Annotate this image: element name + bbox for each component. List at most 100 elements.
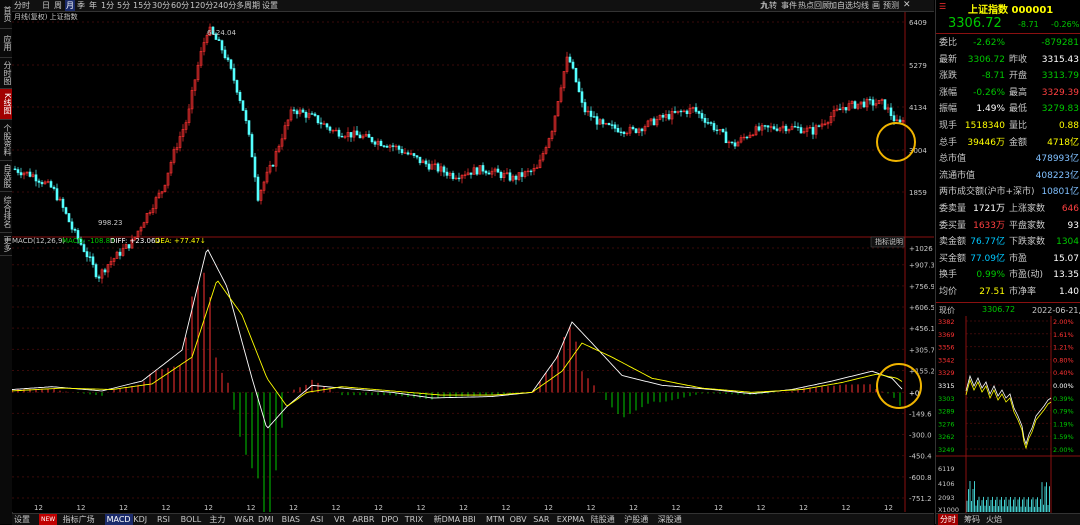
macd-axis-tick: +907.3 xyxy=(909,262,934,270)
draw-button[interactable]: 画 xyxy=(872,0,880,11)
period-120min[interactable]: 120分 xyxy=(190,0,213,11)
tab-apps[interactable]: 应用 xyxy=(0,29,12,58)
candle-body xyxy=(514,175,518,180)
indicator-13[interactable]: ARBR xyxy=(352,514,374,525)
period-60min[interactable]: 60分 xyxy=(171,0,189,11)
candle-body xyxy=(799,127,803,134)
close-icon[interactable]: ✕ xyxy=(903,0,911,11)
period-timeshare[interactable]: 分时 xyxy=(14,0,30,11)
candle-body xyxy=(889,107,893,116)
events-button-2[interactable]: 事件 xyxy=(781,0,797,11)
indicator-17[interactable]: BBI xyxy=(462,514,475,525)
candle-body xyxy=(340,135,344,138)
candle-body xyxy=(328,126,332,131)
period-5min[interactable]: 5分 xyxy=(117,0,130,11)
mini-tab-chips[interactable]: 筹码 xyxy=(964,514,980,525)
indicator-24[interactable]: 深股通 xyxy=(658,514,682,525)
indicator-18[interactable]: MTM xyxy=(486,514,505,525)
indicator-20[interactable]: SAR xyxy=(533,514,549,525)
candle-body xyxy=(445,171,449,176)
quote-row: 换手 0.99% 市盈(动) 13.35 xyxy=(939,268,1079,283)
chart-area: 6409 5279 4134 3004 1859 +1026 +907.3 +756.9 +60… xyxy=(11,12,935,525)
hot-review-button-2[interactable]: 热点回顾 xyxy=(798,0,830,11)
tab-home[interactable]: 首页 xyxy=(0,0,12,29)
quote-label: 涨幅 xyxy=(939,87,958,98)
jiuzhuan-button-2[interactable]: 九转 xyxy=(761,0,777,11)
candle-body xyxy=(85,251,89,258)
candle-body xyxy=(853,101,857,109)
candle-body xyxy=(766,125,770,128)
current-price-label: 现价 xyxy=(939,306,955,315)
candle-body xyxy=(49,181,53,188)
tab-watchlist[interactable]: 自选股 xyxy=(0,161,12,192)
quote-value: 0.99% xyxy=(976,270,1005,281)
indicator-3[interactable]: MACD xyxy=(104,514,133,525)
indicator-19[interactable]: OBV xyxy=(510,514,527,525)
indicator-5[interactable]: RSI xyxy=(157,514,170,525)
tab-stock-info[interactable]: 个股资料 xyxy=(0,120,12,161)
intraday-mini-chart[interactable]: 3382 2.00% 3369 1.61% 3356 1.21% 3342 0.80% 3329… xyxy=(936,316,1080,516)
indicator-bar: 设置 NEW 指标广场 MACD KDJ RSI BOLL 主力 W&R DMI BIAS ASI VR… xyxy=(12,513,934,525)
ma-button[interactable]: 均线 xyxy=(853,0,869,11)
period-quarter[interactable]: 季 xyxy=(77,0,85,11)
period-month[interactable]: 月 xyxy=(65,0,75,11)
menu-icon[interactable]: ☰ xyxy=(939,2,946,11)
add-watchlist-button-2[interactable]: 加自选 xyxy=(829,0,853,11)
candle-body xyxy=(679,110,683,113)
indicator-14[interactable]: DPO xyxy=(381,514,398,525)
forecast-button[interactable]: 预测 xyxy=(883,0,899,11)
settings-button[interactable]: 设置 xyxy=(262,0,278,11)
indicator-1[interactable]: NEW xyxy=(39,514,58,525)
tab-kline[interactable]: K线图 xyxy=(0,89,12,120)
indicator-12[interactable]: VR xyxy=(334,514,345,525)
quote-label: 流通市值 xyxy=(939,170,976,181)
mini-price-tick: 3262 xyxy=(938,433,955,441)
indicator-2[interactable]: 指标广场 xyxy=(63,514,95,525)
indicator-4[interactable]: KDJ xyxy=(133,514,147,525)
quote-value: 1633万 xyxy=(973,220,1005,231)
indicator-23[interactable]: 沪股通 xyxy=(624,514,648,525)
candle-body xyxy=(595,116,599,125)
multi-period-button[interactable]: 多周期 xyxy=(236,0,260,11)
indicator-11[interactable]: ASI xyxy=(310,514,323,525)
period-year[interactable]: 年 xyxy=(89,0,97,11)
mini-tab-timeshare[interactable]: 分时 xyxy=(938,514,958,525)
indicator-8[interactable]: W&R xyxy=(234,514,254,525)
candle-body xyxy=(64,207,68,214)
candle-body xyxy=(118,251,122,256)
price-axis-tick: 5279 xyxy=(909,62,927,70)
quote-value-2: 3329.39 xyxy=(1041,87,1079,98)
mini-tab-flame[interactable]: 火焰 xyxy=(986,514,1002,525)
indicator-9[interactable]: DMI xyxy=(258,514,273,525)
indicator-10[interactable]: BIAS xyxy=(282,514,300,525)
candle-body xyxy=(52,186,56,189)
indicator-15[interactable]: TRIX xyxy=(405,514,423,525)
period-day[interactable]: 日 xyxy=(42,0,50,11)
tab-ranking[interactable]: 综合排名 xyxy=(0,192,12,233)
indicator-21[interactable]: EXPMA xyxy=(557,514,585,525)
indicator-0[interactable]: 设置 xyxy=(14,514,30,525)
indicator-6[interactable]: BOLL xyxy=(181,514,202,525)
mini-pct-tick: 0.80% xyxy=(1053,356,1074,364)
candle-body xyxy=(673,111,677,113)
mini-price-tick: 3342 xyxy=(938,356,955,364)
period-30min[interactable]: 30分 xyxy=(152,0,170,11)
period-1min[interactable]: 1分 xyxy=(101,0,114,11)
indicator-7[interactable]: 主力 xyxy=(209,514,225,525)
period-15min[interactable]: 15分 xyxy=(133,0,151,11)
tab-timeshare[interactable]: 分时图 xyxy=(0,58,12,89)
candle-body xyxy=(73,228,77,231)
kline-macd-chart[interactable]: 64095279413430041859+1026+907.3+756.9+60… xyxy=(11,12,935,525)
mini-price-tick: 3315 xyxy=(938,382,955,390)
candle-body xyxy=(412,153,416,156)
quote-value: 1518340 xyxy=(964,121,1005,131)
quote-value-2: 478993亿 xyxy=(1035,154,1079,165)
candle-body xyxy=(694,107,698,112)
period-week[interactable]: 周 xyxy=(54,0,62,11)
period-240min[interactable]: 240分 xyxy=(213,0,236,11)
indicator-22[interactable]: 陆股通 xyxy=(591,514,615,525)
candle-body xyxy=(55,188,59,201)
tab-more[interactable]: 更多 xyxy=(0,233,12,256)
candle-body xyxy=(844,107,848,111)
indicator-16[interactable]: 新DMA xyxy=(434,514,461,525)
